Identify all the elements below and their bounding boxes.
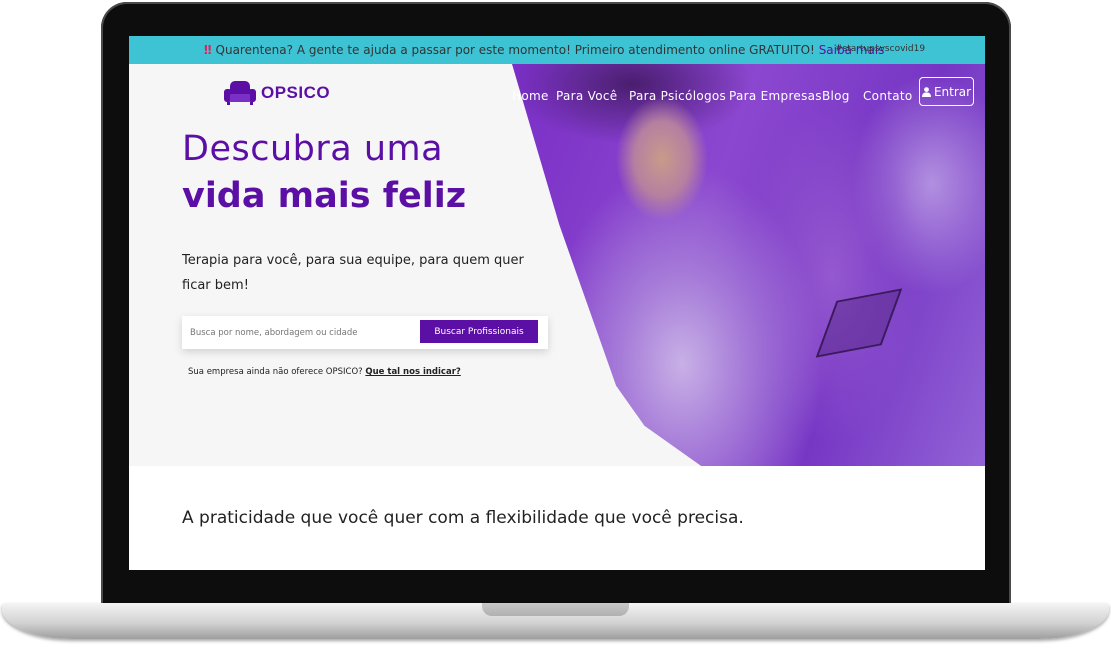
hashtag-label: #startupsvscovid19: [835, 44, 926, 54]
nav-item-para-voce[interactable]: Para Você: [556, 89, 617, 103]
announcement-text: Quarentena? A gente te ajuda a passar po…: [215, 43, 815, 57]
nav-item-home[interactable]: Home: [512, 89, 549, 103]
browser-viewport: ‼ Quarentena? A gente te ajuda a passar p…: [129, 36, 985, 570]
nav-item-para-psicologos[interactable]: Para Psicólogos: [629, 89, 726, 103]
hero-title-line1: Descubra uma: [182, 129, 444, 169]
section-tagline: A praticidade que você quer com a flexib…: [182, 508, 744, 528]
search-button[interactable]: Buscar Profissionais: [420, 320, 538, 343]
armchair-icon: [224, 81, 256, 105]
nav-item-blog[interactable]: Blog: [822, 89, 850, 103]
announcement-message: ‼ Quarentena? A gente te ajuda a passar p…: [204, 43, 884, 57]
laptop-notch: [482, 603, 629, 616]
brand-name: OPSICO: [261, 83, 331, 102]
nav-item-contato[interactable]: Contato: [863, 89, 913, 103]
login-label: Entrar: [933, 84, 972, 99]
hero-title-line2: vida mais feliz: [182, 176, 467, 216]
brand-logo[interactable]: OPSICO: [223, 78, 330, 108]
login-button[interactable]: Entrar: [919, 77, 974, 106]
search-input[interactable]: [188, 323, 412, 343]
user-icon: [921, 86, 931, 97]
refer-link[interactable]: Que tal nos indicar?: [365, 367, 460, 377]
hero-subtitle: Terapia para você, para sua equipe, para…: [182, 253, 524, 293]
search-box: Buscar Profissionais: [182, 316, 548, 349]
double-exclamation-icon: ‼: [204, 43, 212, 57]
announcement-bar: ‼ Quarentena? A gente te ajuda a passar p…: [129, 36, 985, 64]
hero-image: [512, 64, 985, 466]
refer-question: Sua empresa ainda não oferece OPSICO?: [188, 367, 363, 377]
nav-item-para-empresas[interactable]: Para Empresas: [729, 89, 822, 103]
refer-company-text: Sua empresa ainda não oferece OPSICO? Qu…: [188, 367, 461, 377]
features-section: A praticidade que você quer com a flexib…: [129, 466, 985, 570]
